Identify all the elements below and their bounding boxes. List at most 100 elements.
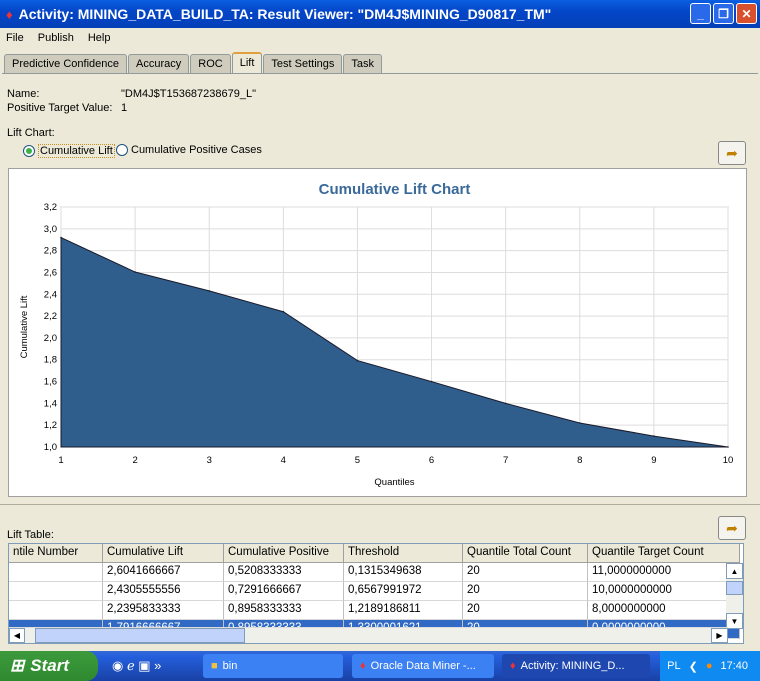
table-row[interactable]: 2,2395833333 0,8958333333 1,2189186811 20 8,…: [9, 601, 743, 620]
y-tick-label: 2,2: [44, 311, 57, 322]
table-cell: 8,0000000000: [588, 601, 740, 620]
y-axis-label: Cumulative Lift: [19, 295, 30, 358]
radio-cumulative-lift[interactable]: Cumulative Lift: [23, 144, 115, 158]
language-indicator[interactable]: PL: [667, 660, 680, 672]
lift-table-label: Lift Table:: [7, 529, 54, 541]
quick-launch-icons[interactable]: ◉ ℯ ▣ »: [112, 658, 161, 674]
taskbar: ⊞ Start ◉ ℯ ▣ » ■ bin ♦ Oracle Data Miner -…: [0, 651, 760, 681]
table-cell: 10,0000000000: [588, 582, 740, 601]
data-point: [653, 435, 655, 437]
table-cell: 1,2189186811: [344, 601, 463, 620]
y-tick-label: 2,8: [44, 246, 57, 257]
y-tick-label: 3,2: [44, 202, 57, 213]
table-cell: 20: [463, 563, 588, 582]
radio-unchecked-icon: [116, 144, 128, 156]
close-button[interactable]: ✕: [736, 3, 757, 24]
column-header[interactable]: Threshold: [344, 544, 463, 563]
tab-task[interactable]: Task: [343, 54, 383, 73]
data-point: [430, 380, 433, 383]
column-header[interactable]: Quantile Target Count: [588, 544, 740, 563]
name-label: Name:: [7, 88, 40, 100]
data-point: [60, 236, 62, 239]
data-point: [208, 290, 211, 292]
tab-divider: [2, 73, 758, 74]
splitter[interactable]: [0, 504, 760, 505]
table-header[interactable]: ntile Number Cumulative Lift Cumulative Po…: [9, 544, 743, 563]
y-tick-label: 2,4: [44, 289, 57, 300]
minimize-button[interactable]: _: [690, 3, 711, 24]
system-tray: PL ❮ ● 17:40: [660, 651, 760, 681]
data-point: [356, 359, 359, 362]
tab-accuracy[interactable]: Accuracy: [128, 54, 190, 73]
column-header[interactable]: Cumulative Lift: [103, 544, 224, 563]
scroll-right-button[interactable]: ▶: [711, 628, 728, 643]
table-cell: 0,8958333333: [224, 601, 344, 620]
y-tick-label: 1,2: [44, 420, 57, 431]
menu-help[interactable]: Help: [88, 32, 111, 44]
data-point: [578, 422, 581, 424]
horizontal-scrollbar[interactable]: ◀ ▶: [9, 627, 728, 643]
positive-target-value: 1: [121, 102, 128, 114]
table-cell: [9, 563, 103, 582]
taskbar-item-activity[interactable]: ♦ Activity: MINING_D...: [502, 654, 650, 678]
table-cell: 2,6041666667: [103, 563, 224, 582]
data-point: [727, 446, 729, 448]
export-table-button[interactable]: ➦: [718, 516, 746, 540]
maximize-button[interactable]: ❐: [713, 3, 734, 24]
windows-logo-icon: ⊞: [10, 656, 25, 675]
scroll-thumb[interactable]: [726, 581, 743, 595]
export-chart-button[interactable]: ➦: [718, 141, 746, 165]
y-tick-label: 2,0: [44, 333, 57, 344]
taskbar-label: Oracle Data Miner -...: [370, 660, 476, 672]
table-cell: 11,0000000000: [588, 563, 740, 582]
app-icon: ♦: [360, 660, 366, 672]
export-icon: ➦: [726, 144, 738, 161]
radio-checked-icon: [23, 145, 35, 157]
table-cell: [9, 601, 103, 620]
column-header[interactable]: Quantile Total Count: [463, 544, 588, 563]
chart-title: Cumulative Lift Chart: [319, 181, 471, 198]
scroll-up-button[interactable]: ▲: [726, 563, 743, 579]
hscroll-thumb[interactable]: [35, 628, 245, 643]
y-tick-label: 1,4: [44, 398, 57, 409]
column-header[interactable]: Cumulative Positive: [224, 544, 344, 563]
app-icon: ♦: [6, 6, 13, 22]
menu-publish[interactable]: Publish: [38, 32, 74, 44]
clock: 17:40: [720, 660, 748, 672]
y-tick-label: 2,6: [44, 267, 57, 278]
taskbar-item-bin[interactable]: ■ bin: [203, 654, 343, 678]
vertical-scrollbar[interactable]: ▲ ▼: [726, 563, 743, 629]
export-icon: ➦: [726, 519, 738, 536]
tab-predictive-confidence[interactable]: Predictive Confidence: [4, 54, 128, 73]
table-row[interactable]: 2,6041666667 0,5208333333 0,1315349638 20 11…: [9, 563, 743, 582]
name-value: "DM4J$T153687238679_L": [121, 88, 257, 100]
folder-icon: ■: [211, 660, 218, 672]
menu-file[interactable]: File: [6, 32, 24, 44]
scroll-down-button[interactable]: ▼: [726, 613, 743, 629]
taskbar-label: bin: [222, 660, 238, 672]
x-tick-label: 2: [132, 455, 137, 466]
tab-roc[interactable]: ROC: [190, 54, 231, 73]
tray-expand-icon[interactable]: ❮: [689, 660, 698, 673]
x-tick-label: 1: [58, 455, 63, 466]
start-button[interactable]: ⊞ Start: [0, 651, 98, 681]
app-icon: ♦: [510, 660, 516, 672]
tray-app-icon[interactable]: ●: [706, 660, 713, 672]
positive-target-label: Positive Target Value:: [7, 102, 113, 114]
menu-bar: File Publish Help: [0, 28, 760, 48]
x-tick-label: 4: [281, 455, 286, 466]
x-tick-label: 7: [503, 455, 508, 466]
column-header[interactable]: ntile Number: [9, 544, 103, 563]
x-tick-label: 9: [651, 455, 656, 466]
window-title: Activity: MINING_DATA_BUILD_TA: Result V…: [18, 6, 552, 22]
tab-bar: Predictive Confidence Accuracy ROC Lift …: [4, 52, 383, 73]
radio-label: Cumulative Lift: [38, 144, 115, 158]
tab-lift[interactable]: Lift: [231, 52, 263, 73]
lift-chart-panel: 1,0 1,2 1,4 1,6 1,8 2,0 2,2 2,4 2,6 2,8 3,0 3,2 1 2 3 4…: [8, 168, 747, 497]
taskbar-item-oracle-data-miner[interactable]: ♦ Oracle Data Miner -...: [352, 654, 494, 678]
radio-cumulative-positive-cases[interactable]: Cumulative Positive Cases: [116, 144, 262, 156]
table-cell: 0,5208333333: [224, 563, 344, 582]
table-row[interactable]: 2,4305555556 0,7291666667 0,6567991972 20 10…: [9, 582, 743, 601]
scroll-left-button[interactable]: ◀: [9, 628, 25, 643]
tab-test-settings[interactable]: Test Settings: [263, 54, 343, 73]
